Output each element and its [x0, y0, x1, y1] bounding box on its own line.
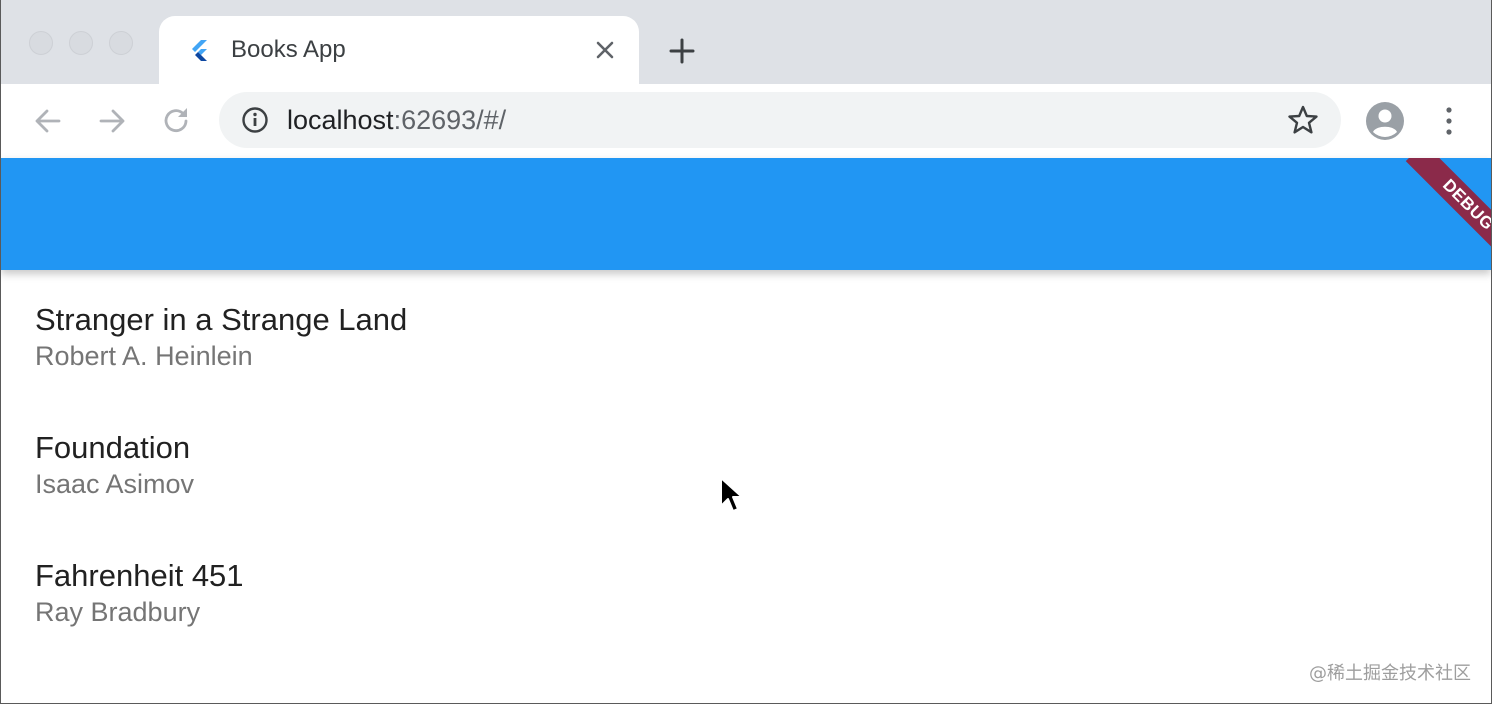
tab-title: Books App — [231, 36, 346, 63]
address-bar[interactable]: localhost:62693/#/ — [219, 92, 1341, 148]
url-path: :62693/#/ — [393, 105, 507, 135]
new-tab-button[interactable] — [667, 36, 697, 66]
window-zoom-button[interactable] — [109, 31, 133, 55]
debug-banner-label: DEBUG — [1405, 158, 1491, 268]
window-close-button[interactable] — [29, 31, 53, 55]
book-author: Robert A. Heinlein — [35, 341, 253, 371]
url-host: localhost — [287, 105, 394, 135]
more-vert-icon[interactable] — [1437, 104, 1461, 138]
browser-window: Books App localhost:62693/#/ DEBUG Stran… — [0, 0, 1492, 704]
tab-books-app[interactable]: Books App — [159, 16, 639, 84]
browser-toolbar: localhost:62693/#/ — [1, 84, 1491, 158]
list-item[interactable]: Foundation Isaac Asimov — [1, 398, 1491, 526]
book-title: Foundation — [35, 430, 191, 465]
book-title: Fahrenheit 451 — [35, 558, 244, 593]
debug-banner: DEBUG — [1379, 158, 1491, 270]
url-text[interactable]: localhost:62693/#/ — [287, 105, 506, 135]
profile-icon[interactable] — [1365, 101, 1405, 141]
close-tab-icon[interactable] — [591, 36, 619, 64]
mouse-cursor-icon — [720, 477, 743, 512]
list-item[interactable]: Fahrenheit 451 Ray Bradbury — [1, 526, 1491, 654]
tab-strip: Books App — [1, 0, 1491, 84]
back-arrow-icon[interactable] — [31, 104, 65, 138]
reload-icon[interactable] — [159, 104, 193, 138]
flutter-logo-icon — [192, 40, 207, 61]
app-bar — [1, 158, 1491, 270]
star-icon[interactable] — [1287, 104, 1319, 136]
forward-arrow-icon[interactable] — [95, 104, 129, 138]
book-author: Ray Bradbury — [35, 597, 201, 627]
list-item[interactable]: Stranger in a Strange Land Robert A. Hei… — [1, 270, 1491, 398]
book-list: Stranger in a Strange Land Robert A. Hei… — [1, 270, 1491, 703]
book-title: Stranger in a Strange Land — [35, 302, 408, 337]
info-icon[interactable] — [241, 106, 269, 134]
book-author: Isaac Asimov — [35, 469, 195, 499]
window-minimize-button[interactable] — [69, 31, 93, 55]
watermark: @稀土掘金技术社区 — [1309, 663, 1471, 684]
